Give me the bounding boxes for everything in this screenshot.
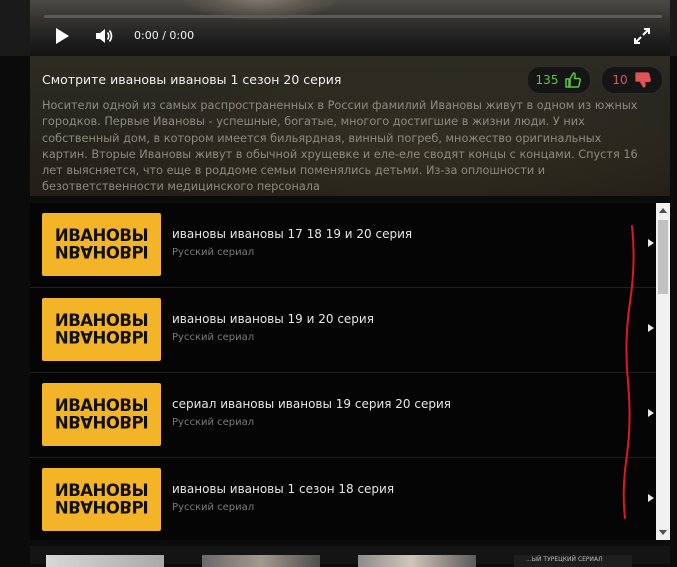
time-display: 0:00 / 0:00 [134, 29, 195, 42]
more-videos-strip: ...ЫЙ ТУРЕЦКИЙ СЕРИАЛ [30, 546, 670, 567]
progress-bar[interactable] [44, 15, 662, 18]
list-item[interactable]: ИВАНОВЫ ИВАНОВЫ ивановы ивановы 17 18 19… [30, 203, 656, 288]
item-subtitle: Русский сериал [172, 502, 255, 513]
description-text: Носители одной из самых распространенных… [42, 99, 638, 194]
chevron-right-icon[interactable] [648, 324, 654, 332]
dislike-count: 10 [612, 73, 628, 87]
video-thumbnail[interactable] [46, 555, 164, 567]
thumbnail-logo-mirror: ИВАНОВЫ [54, 327, 149, 346]
dislike-button[interactable]: 10 [601, 66, 663, 94]
thumbnail-caption: ...ЫЙ ТУРЕЦКИЙ СЕРИАЛ [526, 556, 603, 563]
video-thumbnail[interactable] [202, 555, 320, 567]
chevron-right-icon[interactable] [648, 494, 654, 502]
list-scrollbar[interactable] [656, 203, 670, 540]
item-subtitle: Русский сериал [172, 332, 255, 343]
page-title: Смотрите ивановы ивановы 1 сезон 20 сери… [42, 72, 342, 87]
item-title[interactable]: ивановы ивановы 1 сезон 18 серия [172, 482, 394, 496]
thumbs-down-icon [635, 72, 651, 88]
item-thumbnail[interactable]: ИВАНОВЫ ИВАНОВЫ [42, 468, 161, 531]
item-thumbnail[interactable]: ИВАНОВЫ ИВАНОВЫ [42, 213, 161, 276]
item-title[interactable]: сериал ивановы ивановы 19 серия 20 серия [172, 397, 451, 411]
fullscreen-icon[interactable] [632, 26, 652, 46]
play-icon[interactable] [56, 28, 69, 44]
item-thumbnail[interactable]: ИВАНОВЫ ИВАНОВЫ [42, 383, 161, 446]
item-title[interactable]: ивановы ивановы 19 и 20 серия [172, 312, 374, 326]
thumbnail-logo-mirror: ИВАНОВЫ [54, 242, 149, 261]
like-count: 135 [535, 73, 559, 87]
list-item[interactable]: ИВАНОВЫ ИВАНОВЫ ивановы ивановы 1 сезон … [30, 458, 656, 540]
thumbs-up-icon [565, 72, 582, 88]
scroll-thumb[interactable] [658, 220, 668, 294]
volume-icon[interactable] [94, 27, 114, 45]
video-info: Смотрите ивановы ивановы 1 сезон 20 сери… [30, 56, 670, 196]
thumbnail-logo-mirror: ИВАНОВЫ [54, 412, 149, 431]
like-button[interactable]: 135 [527, 66, 591, 94]
video-thumbnail[interactable] [358, 555, 476, 567]
chevron-right-icon[interactable] [648, 409, 654, 417]
item-thumbnail[interactable]: ИВАНОВЫ ИВАНОВЫ [42, 298, 161, 361]
video-player[interactable]: 0:00 / 0:00 [0, 0, 677, 56]
item-title[interactable]: ивановы ивановы 17 18 19 и 20 серия [172, 227, 412, 241]
related-list[interactable]: ИВАНОВЫ ИВАНОВЫ ивановы ивановы 17 18 19… [30, 203, 656, 540]
chevron-right-icon[interactable] [648, 239, 654, 247]
scroll-down-icon[interactable] [659, 530, 667, 535]
item-subtitle: Русский сериал [172, 247, 255, 258]
scroll-up-icon[interactable] [659, 208, 667, 213]
list-item[interactable]: ИВАНОВЫ ИВАНОВЫ ивановы ивановы 19 и 20 … [30, 288, 656, 373]
video-frame[interactable] [30, 0, 670, 56]
thumbnail-logo-mirror: ИВАНОВЫ [54, 497, 149, 516]
list-item[interactable]: ИВАНОВЫ ИВАНОВЫ сериал ивановы ивановы 1… [30, 373, 656, 458]
item-subtitle: Русский сериал [172, 417, 255, 428]
